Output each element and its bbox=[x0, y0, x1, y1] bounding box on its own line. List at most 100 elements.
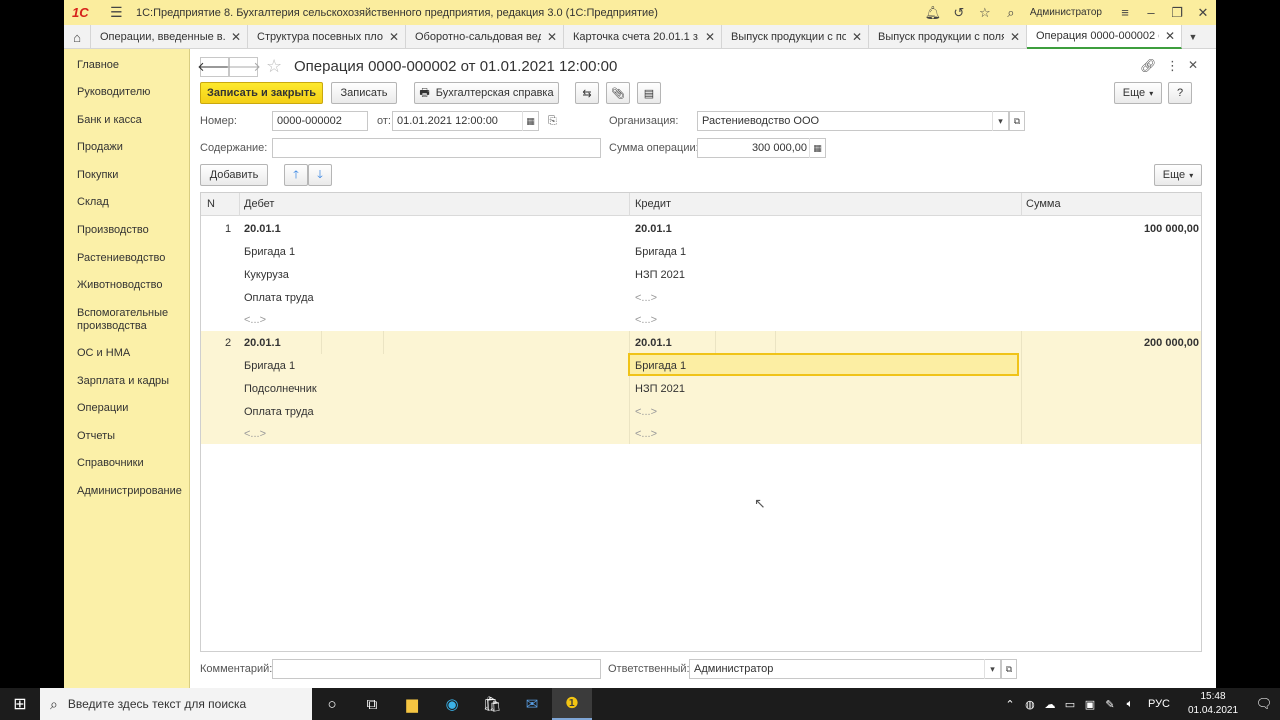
calendar-icon[interactable]: ▦ bbox=[522, 111, 538, 131]
main-menu-icon[interactable]: ☰ bbox=[110, 4, 124, 21]
settings-icon[interactable]: ≡ bbox=[1112, 5, 1138, 20]
credit-subconto-2[interactable]: НЗП 2021 bbox=[635, 269, 685, 281]
volume-icon[interactable]: 🔈︎ bbox=[1120, 698, 1140, 711]
debit-subconto-1[interactable]: Бригада 1 bbox=[244, 246, 295, 258]
debit-subconto-2[interactable]: Кукуруза bbox=[244, 269, 289, 281]
debit-subconto-3[interactable]: Оплата труда bbox=[244, 292, 314, 304]
organization-input[interactable]: Растениеводство ООО ▾ bbox=[697, 111, 1009, 131]
credit-subconto-1[interactable]: Бригада 1 bbox=[635, 246, 686, 258]
sidebar-item-reports[interactable]: Отчеты bbox=[77, 430, 115, 443]
store-icon[interactable]: 🛍︎ bbox=[472, 688, 512, 720]
input-language[interactable]: РУС bbox=[1148, 698, 1170, 710]
restore-icon[interactable]: ❐ bbox=[1164, 5, 1190, 21]
credit-subconto-4[interactable]: <...> bbox=[635, 428, 657, 440]
sidebar-item-main[interactable]: Главное bbox=[77, 59, 119, 72]
credit-subconto-4[interactable]: <...> bbox=[635, 314, 657, 326]
credit-subconto-2[interactable]: НЗП 2021 bbox=[635, 383, 685, 395]
sidebar-item-fixed-assets[interactable]: ОС и НМА bbox=[77, 347, 130, 360]
tab-close-icon[interactable]: ✕ bbox=[389, 30, 399, 44]
table-more-button[interactable]: Еще ▾ bbox=[1154, 164, 1202, 186]
credit-account[interactable]: 20.01.1 bbox=[635, 337, 672, 349]
battery-icon[interactable]: ▭ bbox=[1060, 698, 1080, 711]
sidebar-item-operations[interactable]: Операции bbox=[77, 402, 128, 415]
clock[interactable]: 15:48 01.04.2021 bbox=[1178, 690, 1248, 718]
minimize-icon[interactable]: – bbox=[1138, 5, 1164, 20]
dropdown-icon[interactable]: ▾ bbox=[984, 659, 1000, 679]
comment-input[interactable] bbox=[272, 659, 601, 679]
file-explorer-icon[interactable]: ▆ bbox=[392, 688, 432, 720]
debit-subconto-4[interactable]: <...> bbox=[244, 428, 266, 440]
sidebar-item-manager[interactable]: Руководителю bbox=[77, 86, 150, 99]
number-input[interactable]: 0000-000002 bbox=[272, 111, 368, 131]
tab-operations-list[interactable]: Операции, введенные в... ✕ bbox=[91, 25, 248, 49]
tab-operation-active[interactable]: Операция 0000-000002 о... ✕ bbox=[1027, 25, 1182, 49]
sidebar-item-directories[interactable]: Справочники bbox=[77, 457, 144, 470]
sidebar-item-auxiliary[interactable]: Вспомогательные производства bbox=[77, 307, 177, 333]
link-icon[interactable]: 🔗︎ bbox=[1140, 58, 1157, 74]
home-icon[interactable]: ⌂ bbox=[64, 25, 91, 49]
content-input[interactable] bbox=[272, 138, 601, 158]
sidebar-item-bank[interactable]: Банк и касса bbox=[77, 114, 142, 127]
search-icon[interactable]: ⌕ bbox=[998, 5, 1024, 21]
edge-browser-icon[interactable]: ◉ bbox=[432, 688, 472, 720]
row-sum[interactable]: 200 000,00 bbox=[1144, 337, 1199, 349]
sidebar-item-crops[interactable]: Растениеводство bbox=[77, 252, 165, 265]
credit-subconto-3[interactable]: <...> bbox=[635, 406, 657, 418]
debit-account[interactable]: 20.01.1 bbox=[244, 223, 281, 235]
debit-subconto-3[interactable]: Оплата труда bbox=[244, 406, 314, 418]
calculator-icon[interactable]: ▦ bbox=[809, 138, 825, 158]
add-row-button[interactable]: Добавить bbox=[200, 164, 268, 186]
open-organization-icon[interactable]: ⧉ bbox=[1009, 111, 1025, 131]
1c-app-icon[interactable]: ❶ bbox=[552, 688, 592, 720]
forward-button[interactable]: 🡒 bbox=[226, 57, 261, 77]
header-credit[interactable]: Кредит bbox=[635, 198, 671, 210]
date-input[interactable]: 01.01.2021 12:00:00 ▦ bbox=[392, 111, 539, 131]
notification-center-icon[interactable]: 🗨︎ bbox=[1248, 696, 1280, 712]
task-view-icon[interactable]: ⧉ bbox=[352, 688, 392, 720]
credit-subconto-1[interactable]: Бригада 1 bbox=[635, 360, 686, 372]
mail-icon[interactable]: ✉ bbox=[512, 688, 552, 720]
move-up-icon[interactable]: 🡑 bbox=[284, 164, 308, 186]
row-sum[interactable]: 100 000,00 bbox=[1144, 223, 1199, 235]
cortana-icon[interactable]: ○ bbox=[312, 688, 352, 720]
tray-expand-icon[interactable]: ⌃ bbox=[1000, 698, 1020, 711]
network-icon[interactable]: ▣ bbox=[1080, 698, 1100, 711]
open-responsible-icon[interactable]: ⧉ bbox=[1001, 659, 1017, 679]
save-button[interactable]: Записать bbox=[331, 82, 397, 104]
journal-entries-icon[interactable]: ⇆ bbox=[575, 82, 599, 104]
tab-sowing-structure[interactable]: Структура посевных пло... ✕ bbox=[248, 25, 406, 49]
sidebar-item-sales[interactable]: Продажи bbox=[77, 141, 123, 154]
debit-account[interactable]: 20.01.1 bbox=[244, 337, 281, 349]
tab-field-output-1[interactable]: Выпуск продукции с поля ✕ bbox=[722, 25, 869, 49]
close-form-icon[interactable]: ✕ bbox=[1188, 58, 1198, 72]
header-debit[interactable]: Дебет bbox=[244, 198, 274, 210]
sidebar-item-warehouse[interactable]: Склад bbox=[77, 196, 109, 209]
tab-close-icon[interactable]: ✕ bbox=[705, 30, 715, 44]
tab-close-icon[interactable]: ✕ bbox=[1010, 30, 1020, 44]
back-button[interactable]: 🡐 bbox=[197, 57, 232, 77]
credit-account[interactable]: 20.01.1 bbox=[635, 223, 672, 235]
table-row-selected[interactable]: 2 20.01.1 Бригада 1 Подсолнечник Оплата … bbox=[201, 331, 1201, 444]
pen-icon[interactable]: ✎ bbox=[1100, 698, 1120, 711]
header-n[interactable]: N bbox=[207, 198, 215, 210]
tab-close-icon[interactable]: ✕ bbox=[231, 30, 241, 44]
attachment-icon[interactable]: 📎︎ bbox=[606, 82, 630, 104]
help-button[interactable]: ? bbox=[1168, 82, 1192, 104]
windows-start-icon[interactable]: ⊞ bbox=[0, 688, 40, 720]
debit-subconto-1[interactable]: Бригада 1 bbox=[244, 360, 295, 372]
favorites-star-icon[interactable]: ☆ bbox=[972, 5, 998, 21]
dropdown-icon[interactable]: ▾ bbox=[992, 111, 1008, 131]
more-button[interactable]: Еще ▾ bbox=[1114, 82, 1162, 104]
responsible-input[interactable]: Администратор ▾ bbox=[689, 659, 1001, 679]
sidebar-item-livestock[interactable]: Животноводство bbox=[77, 279, 163, 292]
header-sum[interactable]: Сумма bbox=[1026, 198, 1061, 210]
move-down-icon[interactable]: 🡓 bbox=[308, 164, 332, 186]
sidebar-item-admin[interactable]: Администрирование bbox=[77, 485, 182, 498]
tab-close-icon[interactable]: ✕ bbox=[852, 30, 862, 44]
onedrive-icon[interactable]: ☁ bbox=[1040, 698, 1060, 711]
table-row[interactable]: 1 20.01.1 Бригада 1 Кукуруза Оплата труд… bbox=[201, 217, 1201, 331]
tray-app-icon[interactable]: ◍ bbox=[1020, 698, 1040, 711]
more-actions-icon[interactable]: ⋮ bbox=[1166, 58, 1179, 74]
taskbar-search-box[interactable]: ⌕ Введите здесь текст для поиска bbox=[40, 688, 312, 720]
accounting-report-button[interactable]: 🖶 Бухгалтерская справка bbox=[414, 82, 559, 104]
